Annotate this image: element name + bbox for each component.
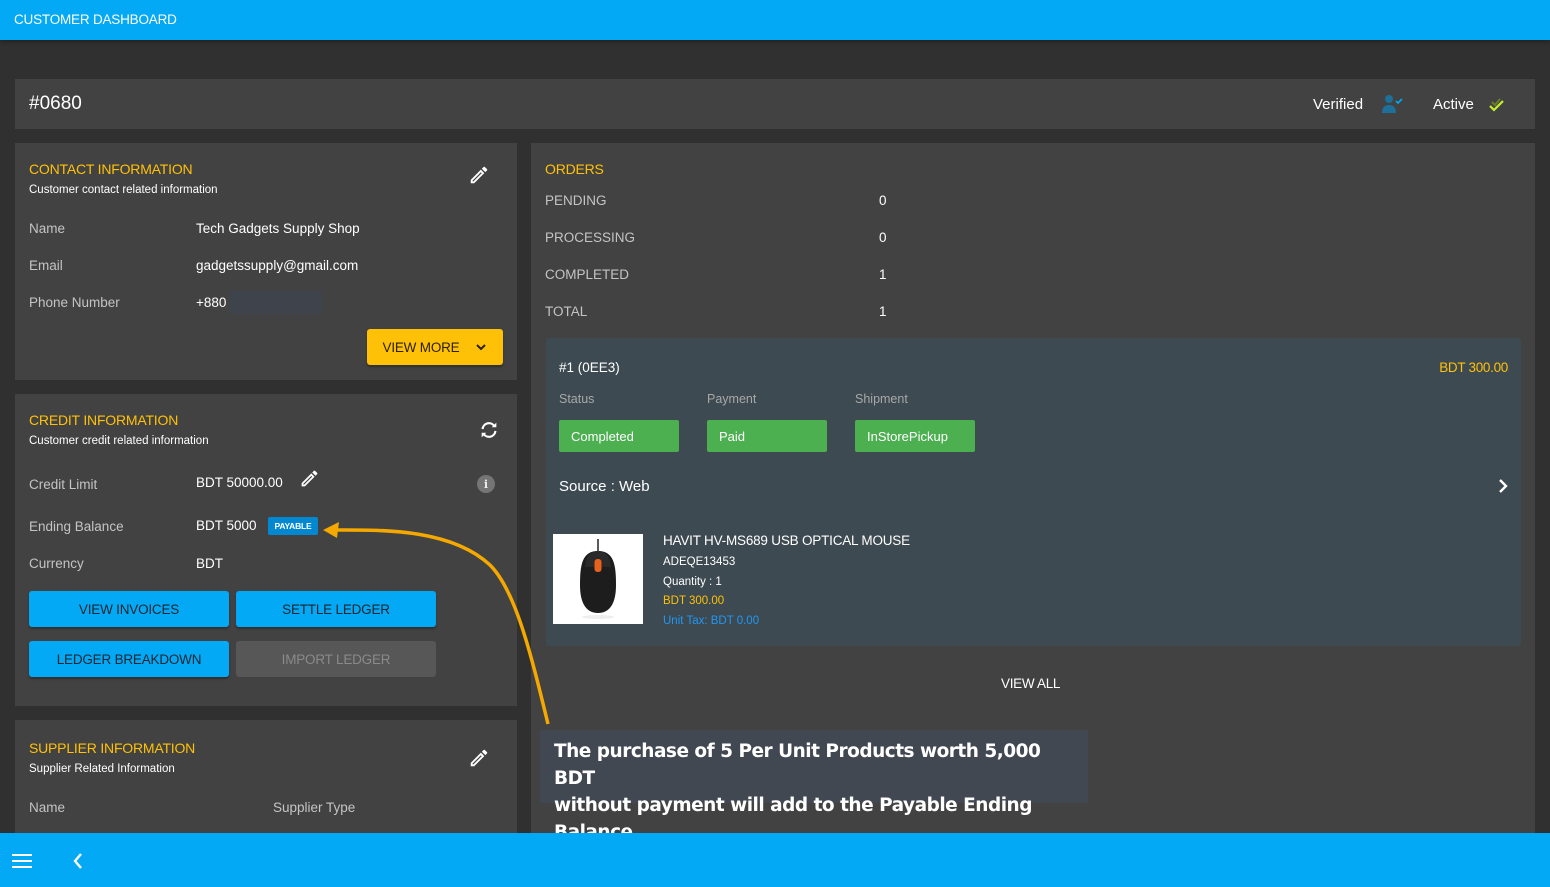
supplier-subtitle: Supplier Related Information [29,763,175,775]
total-value: 1 [879,304,887,319]
product-quantity: Quantity : 1 [663,576,722,588]
active-label: Active [1433,96,1474,113]
contact-name-label: Name [29,221,66,236]
customer-header: #0680 Verified Active [15,79,1535,129]
payment-label: Payment [707,392,757,406]
supplier-type-header: Supplier Type [273,800,356,815]
contact-email-label: Email [29,258,63,273]
contact-name-value: Tech Gadgets Supply Shop [196,221,360,236]
sync-icon[interactable] [478,419,500,441]
order-source: Source : Web [559,478,650,495]
supplier-name-header: Name [29,800,66,815]
view-invoices-button[interactable]: VIEW INVOICES [29,591,229,627]
order-id: #1 (0EE3) [559,360,620,375]
edit-credit-limit-icon[interactable] [299,468,320,489]
contact-email-value: gadgetssupply@gmail.com [196,258,359,273]
order-total: BDT 300.00 [1439,360,1508,375]
import-ledger-button: IMPORT LEDGER [236,641,436,677]
shipment-chip: InStorePickup [855,420,975,452]
settle-ledger-label: SETTLE LEDGER [282,601,390,617]
total-label: TOTAL [545,304,588,319]
product-sku: ADEQE13453 [663,556,736,568]
credit-title: CREDIT INFORMATION [29,412,179,428]
order-card[interactable]: #1 (0EE3) BDT 300.00 Status Payment Ship… [546,338,1521,646]
user-check-icon [1382,95,1403,113]
contact-information-card: CONTACT INFORMATION Customer contact rel… [15,143,517,380]
verified-label: Verified [1313,96,1364,113]
product-price: BDT 300.00 [663,595,725,607]
contact-phone-value: +880 [196,295,227,310]
currency-value: BDT [196,556,223,571]
pencil-icon[interactable] [468,164,490,186]
credit-limit-value: BDT 50000.00 [196,475,283,490]
product-name: HAVIT HV-MS689 USB OPTICAL MOUSE [663,533,910,548]
chevron-right-icon[interactable] [1495,476,1511,496]
completed-value: 1 [879,267,887,282]
orders-title: ORDERS [545,161,604,177]
ending-balance-value: BDT 5000 [196,518,257,533]
contact-title: CONTACT INFORMATION [29,161,193,177]
processing-value: 0 [879,230,887,245]
supplier-title: SUPPLIER INFORMATION [29,740,196,756]
payment-chip: Paid [707,420,827,452]
app-title: CUSTOMER DASHBOARD [14,12,177,27]
annotation-callout: The purchase of 5 Per Unit Products wort… [540,730,1088,843]
status-chip: Completed [559,420,679,452]
chevron-down-icon [476,344,487,351]
info-icon[interactable]: i [477,475,495,493]
pending-label: PENDING [545,193,607,208]
view-more-label: VIEW MORE [382,339,460,355]
shipment-label: Shipment [855,392,908,406]
contact-subtitle: Customer contact related information [29,184,218,196]
ending-balance-label: Ending Balance [29,519,124,534]
currency-label: Currency [29,556,84,571]
pending-value: 0 [879,193,887,208]
import-ledger-label: IMPORT LEDGER [281,651,391,667]
payable-badge: PAYABLE [268,517,318,535]
view-more-button[interactable]: VIEW MORE [367,329,503,365]
top-app-bar: CUSTOMER DASHBOARD [0,0,1550,40]
back-chevron-icon[interactable] [72,852,84,870]
hamburger-menu-icon[interactable] [12,853,32,869]
supplier-information-card: SUPPLIER INFORMATION Supplier Related In… [15,720,517,833]
completed-label: COMPLETED [545,267,630,282]
contact-phone-label: Phone Number [29,295,120,310]
customer-id: #0680 [29,93,82,114]
credit-limit-label: Credit Limit [29,477,98,492]
mouse-image [580,539,616,619]
product-unit-tax: Unit Tax: BDT 0.00 [663,615,760,627]
bottom-app-bar [0,833,1550,887]
ledger-breakdown-button[interactable]: LEDGER BREAKDOWN [29,641,229,677]
credit-subtitle: Customer credit related information [29,435,209,447]
settle-ledger-button[interactable]: SETTLE LEDGER [236,591,436,627]
product-image [553,534,643,624]
credit-information-card: CREDIT INFORMATION Customer credit relat… [15,394,517,706]
status-label: Status [559,392,595,406]
double-check-icon [1489,98,1504,112]
phone-redaction [230,291,322,314]
view-invoices-label: VIEW INVOICES [78,601,180,617]
view-all-link[interactable]: VIEW ALL [1001,676,1060,691]
pencil-icon[interactable] [468,747,490,769]
ledger-breakdown-label: LEDGER BREAKDOWN [56,651,202,667]
annotation-line-1: The purchase of 5 Per Unit Products wort… [554,741,1041,789]
processing-label: PROCESSING [545,230,636,245]
